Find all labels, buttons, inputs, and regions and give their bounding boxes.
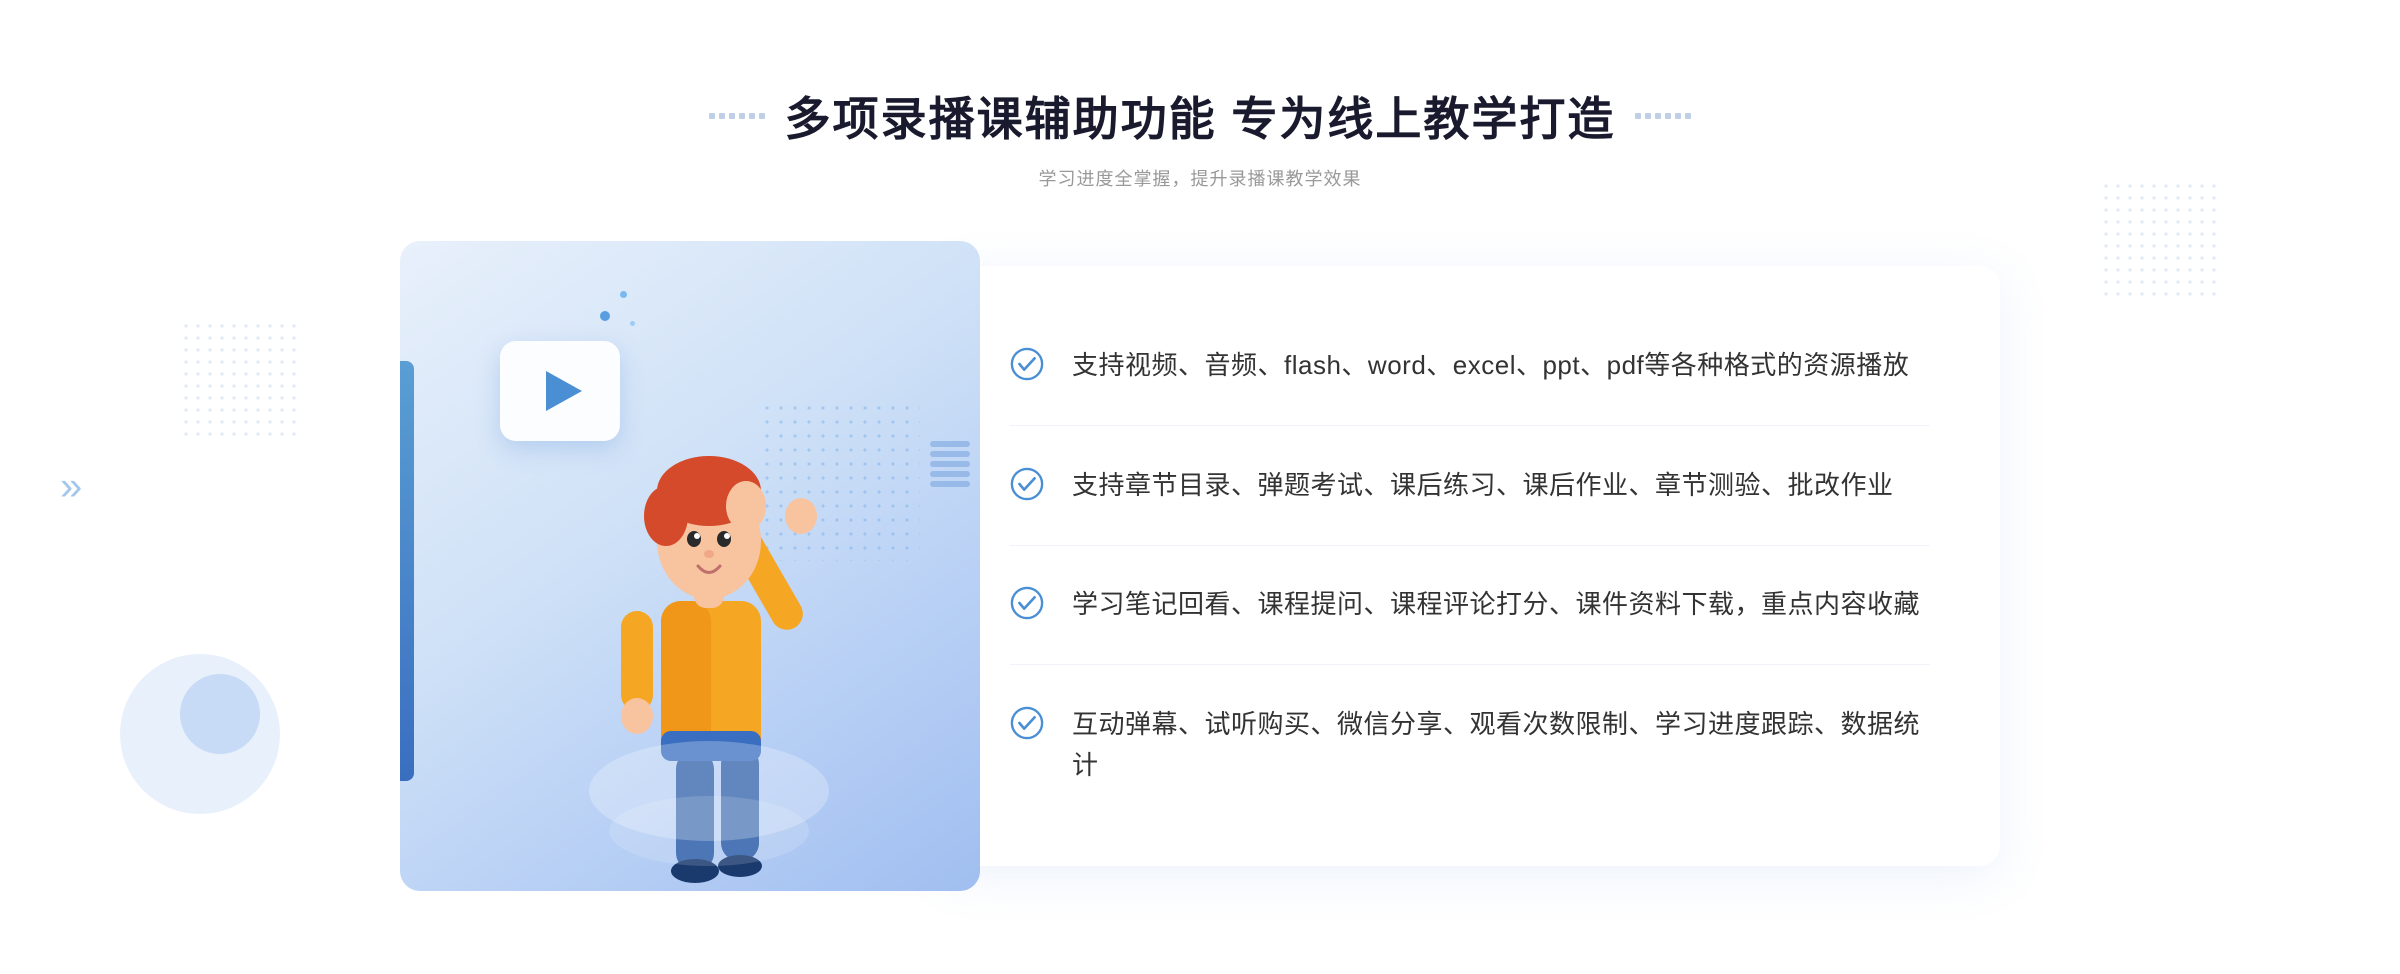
feature-text-3: 学习笔记回看、课程提问、课程评论打分、课件资料下载，重点内容收藏 — [1072, 584, 1920, 626]
features-panel: 支持视频、音频、flash、word、excel、ppt、pdf等各种格式的资源… — [940, 266, 2000, 866]
chevron-left-icon: » — [60, 465, 82, 510]
check-icon-4 — [1010, 706, 1044, 740]
feature-text-1: 支持视频、音频、flash、word、excel、ppt、pdf等各种格式的资源… — [1072, 345, 1909, 387]
feature-text-4: 互动弹幕、试听购买、微信分享、观看次数限制、学习进度跟踪、数据统计 — [1072, 704, 1930, 787]
character-illustration — [546, 371, 866, 891]
check-icon-2 — [1010, 467, 1044, 501]
header-deco-left — [709, 113, 765, 119]
stripes-decoration — [930, 441, 970, 487]
feature-item-4: 互动弹幕、试听购买、微信分享、观看次数限制、学习进度跟踪、数据统计 — [1010, 704, 1930, 787]
main-content: 支持视频、音频、flash、word、excel、ppt、pdf等各种格式的资源… — [400, 241, 2000, 891]
dot-pattern-right — [2100, 180, 2220, 300]
dot-pattern-left — [180, 320, 300, 440]
divider-3 — [1010, 664, 1930, 665]
page-subtitle: 学习进度全掌握，提升录播课教学效果 — [709, 165, 1692, 191]
check-icon-1 — [1010, 347, 1044, 381]
title-row: 多项录播课辅助功能 专为线上教学打造 — [709, 83, 1692, 149]
page-title: 多项录播课辅助功能 专为线上教学打造 — [785, 83, 1616, 149]
divider-1 — [1010, 425, 1930, 426]
header-deco-right — [1635, 113, 1691, 119]
feature-item-1: 支持视频、音频、flash、word、excel、ppt、pdf等各种格式的资源… — [1010, 345, 1930, 387]
feature-item-2: 支持章节目录、弹题考试、课后练习、课后作业、章节测验、批改作业 — [1010, 465, 1930, 507]
check-icon-3 — [1010, 586, 1044, 620]
accent-bar — [400, 361, 414, 781]
page-header: 多项录播课辅助功能 专为线上教学打造 学习进度全掌握，提升录播课教学效果 — [709, 83, 1692, 191]
feature-item-3: 学习笔记回看、课程提问、课程评论打分、课件资料下载，重点内容收藏 — [1010, 584, 1930, 626]
illustration-card — [400, 241, 980, 891]
feature-text-2: 支持章节目录、弹题考试、课后练习、课后作业、章节测验、批改作业 — [1072, 465, 1894, 507]
divider-2 — [1010, 545, 1930, 546]
circle-decoration-2 — [180, 674, 260, 754]
